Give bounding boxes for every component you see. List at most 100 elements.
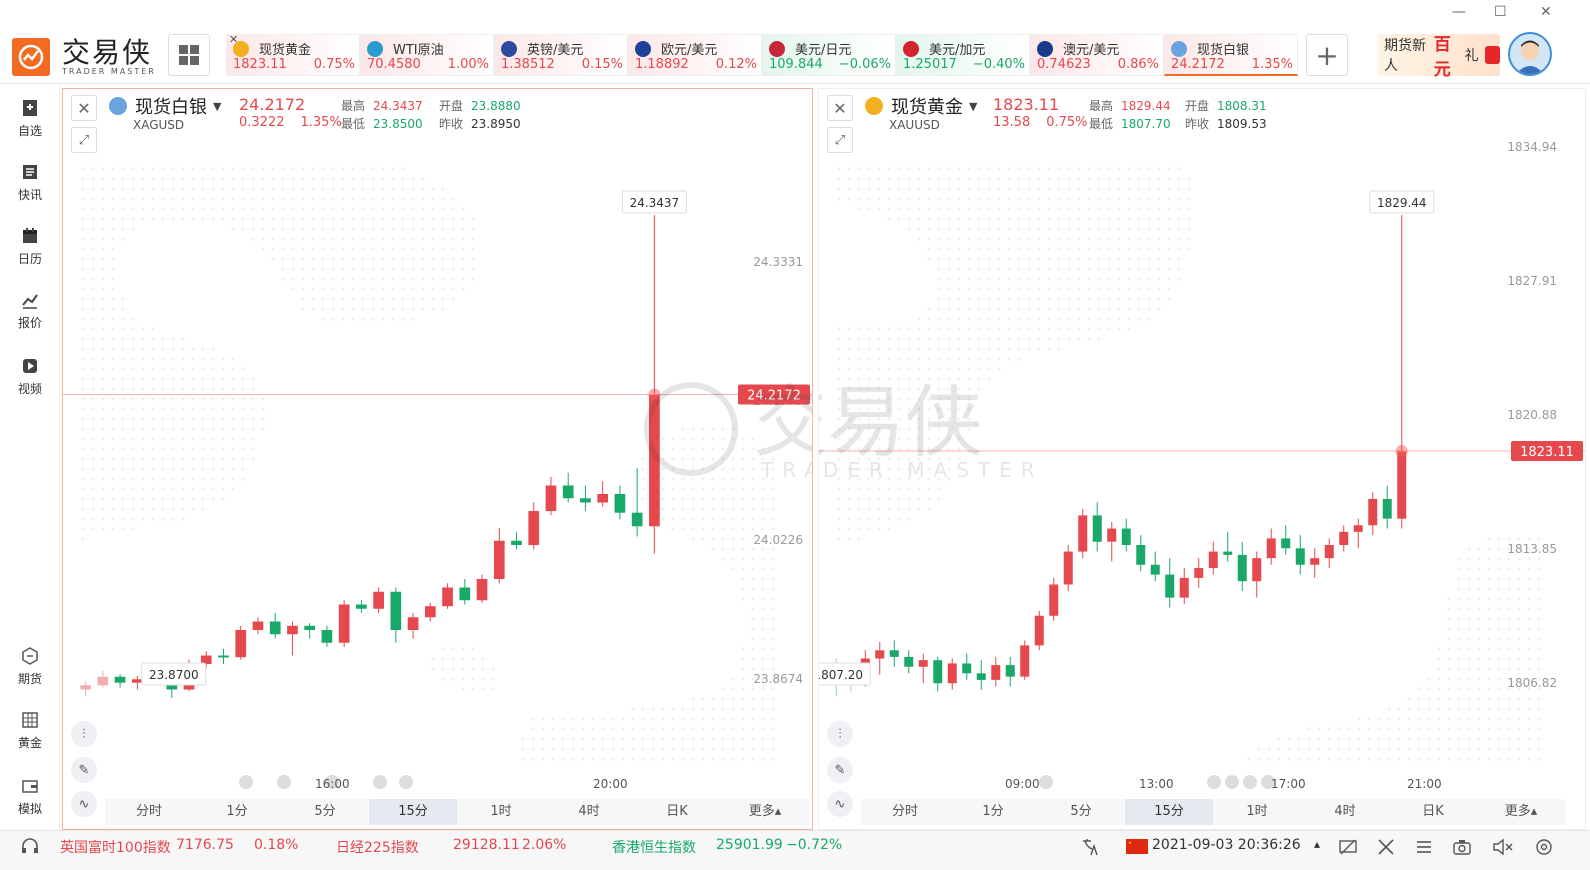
app-logo[interactable]: 交易侠 TRADER MASTER [12, 38, 156, 76]
camera-icon[interactable] [1452, 837, 1472, 861]
indicator-icon[interactable]: ⫶ [827, 721, 853, 747]
draw-pencil-icon[interactable]: ✎ [71, 757, 97, 783]
draw-pencil-icon[interactable]: ✎ [827, 757, 853, 783]
symbol-selector[interactable]: 现货黄金 ▼ [865, 93, 977, 119]
close-panel-button[interactable]: ✕ [71, 95, 97, 121]
indicator-icon[interactable]: ⫶ [71, 721, 97, 747]
news-list-icon [20, 162, 40, 182]
sidebar-item-6[interactable]: 黄金 [0, 710, 60, 751]
trend-icon[interactable]: ∿ [827, 791, 853, 817]
caret-up-icon[interactable]: ▴ [1314, 837, 1320, 851]
user-avatar[interactable] [1508, 32, 1552, 76]
candle [1121, 518, 1131, 552]
timeline-dot[interactable] [239, 775, 253, 789]
candle [252, 617, 264, 635]
ticker-name[interactable]: 英国富时100指数 [60, 837, 171, 857]
quote-tab[interactable]: 现货白银 24.2172 1.35% [1164, 34, 1298, 76]
sidebar-item-7[interactable]: 模拟 [0, 776, 60, 817]
timeline-dot[interactable] [399, 775, 413, 789]
timeframe-tab[interactable]: 4时 [545, 799, 633, 825]
ticker-name[interactable]: 香港恒生指数 [612, 837, 696, 857]
stat-value: 1809.53 [1217, 117, 1267, 131]
quote-tab[interactable]: WTI原油 70.4580 1.00% [360, 34, 494, 76]
mute-icon[interactable] [1492, 837, 1514, 861]
timeframe-tab[interactable]: 日K [633, 799, 721, 825]
timeline-dot[interactable] [373, 775, 387, 789]
quote-price: 1.38512 [501, 57, 555, 72]
ticker-name[interactable]: 日经225指数 [336, 837, 419, 857]
timeframe-tab[interactable]: 分时 [861, 799, 949, 825]
timeframe-tab[interactable]: 4时 [1301, 799, 1389, 825]
stat-prev: 昨收 1809.53 [1185, 115, 1267, 132]
timeline-dot[interactable] [1225, 775, 1239, 789]
minimize-icon[interactable]: — [1452, 4, 1466, 20]
candle [80, 681, 91, 697]
candle [218, 648, 229, 664]
change-pct: 1.35% [300, 115, 342, 130]
screen-off-icon[interactable] [1338, 837, 1358, 861]
quote-tab[interactable]: 欧元/美元 1.18892 0.12% [628, 34, 762, 76]
timeframe-tab[interactable]: 1时 [1213, 799, 1301, 825]
candle [1237, 541, 1247, 592]
tools-cross-icon[interactable] [1376, 837, 1396, 861]
timeline-dot[interactable] [1207, 775, 1221, 789]
sidebar-item-4[interactable]: 视频 [0, 356, 60, 397]
timeframe-tab[interactable]: 5分 [1037, 799, 1125, 825]
close-window-icon[interactable]: ✕ [1540, 4, 1552, 20]
timeframe-bar: 分时 1分 5分 15分 1时 4时 日K 更多▴ [105, 799, 809, 825]
maximize-icon[interactable]: ☐ [1494, 4, 1507, 20]
sidebar-item-5[interactable]: 期货 [0, 646, 60, 687]
candlestick-chart[interactable]: 1834.941827.911820.881813.851806.821823.… [819, 89, 1586, 830]
quote-tab[interactable]: 美元/加元 1.25017 −0.40% [896, 34, 1030, 76]
expand-icon[interactable]: ⤢ [827, 127, 853, 153]
candle [918, 653, 928, 684]
timeframe-tab[interactable]: 日K [1389, 799, 1477, 825]
sidebar-item-0[interactable]: 自选 [0, 98, 60, 139]
promo-text: 期货新人 [1384, 38, 1426, 74]
headset-icon[interactable] [20, 837, 40, 861]
chart-panel-gold: 1834.94 1827.91 1820.88 1813.85 1806.82 1823.… [818, 88, 1586, 830]
quote-tab[interactable]: 英镑/美元 1.38512 0.15% [494, 34, 628, 76]
timeframe-tab[interactable]: 分时 [105, 799, 193, 825]
sidebar-item-2[interactable]: 日历 [0, 226, 60, 267]
us-ca-flag-icon [903, 40, 919, 57]
timeline-dot[interactable] [1039, 775, 1053, 789]
timeframe-tab[interactable]: 1分 [949, 799, 1037, 825]
add-quote-button[interactable]: + [1306, 34, 1348, 76]
settings-icon[interactable] [1534, 837, 1554, 861]
menu-icon[interactable] [1414, 837, 1434, 861]
sidebar-item-3[interactable]: 报价 [0, 290, 60, 331]
expand-icon[interactable]: ⤢ [71, 127, 97, 153]
timeframe-tab[interactable]: 15分 [369, 799, 457, 825]
candle [1295, 535, 1305, 575]
quote-tab[interactable]: ✕ 现货黄金 1823.11 0.75% [226, 33, 360, 76]
watermark-en: TRADER MASTER [819, 458, 1044, 482]
stat-value: 24.3437 [373, 99, 423, 113]
layout-grid-button[interactable] [168, 34, 210, 76]
quote-tab[interactable]: 美元/日元 109.844 −0.06% [762, 34, 896, 76]
timeframe-tab[interactable]: 更多▴ [721, 799, 809, 825]
trend-icon[interactable]: ∿ [71, 791, 97, 817]
panel-header: ✕ ⤢ 现货白银 ▼ XAGUSD 24.2172 0.3222 1.35% 最高 24.3437… [63, 89, 812, 153]
symbol-selector[interactable]: 现货白银 ▼ [109, 93, 221, 119]
candle [1136, 535, 1146, 572]
ticker-value: 25901.99 [716, 837, 783, 853]
sidebar-item-1[interactable]: 快讯 [0, 162, 60, 203]
close-panel-button[interactable]: ✕ [827, 95, 853, 121]
quote-change: −0.40% [972, 57, 1025, 72]
timeline-dot[interactable] [277, 775, 291, 789]
candle [1049, 577, 1059, 621]
timeframe-tab[interactable]: 1时 [457, 799, 545, 825]
ticker-change: 0.18% [254, 837, 299, 853]
promo-banner[interactable]: 期货新人 百元礼 [1378, 34, 1500, 80]
timeframe-tab[interactable]: 1分 [193, 799, 281, 825]
translate-icon[interactable] [1080, 837, 1100, 861]
timeframe-tab[interactable]: 更多▴ [1477, 799, 1565, 825]
ticker-change: −0.72% [786, 837, 843, 853]
timeframe-tab[interactable]: 5分 [281, 799, 369, 825]
quote-tab[interactable]: 澳元/美元 0.74623 0.86% [1030, 34, 1164, 76]
timeline-dot[interactable] [1243, 775, 1257, 789]
candlestick-chart[interactable]: 24.333124.177924.022623.867424.217224.34… [63, 89, 813, 830]
timeframe-tab[interactable]: 15分 [1125, 799, 1213, 825]
sidebar: 自选快讯日历报价视频期货黄金模拟 [0, 84, 60, 830]
